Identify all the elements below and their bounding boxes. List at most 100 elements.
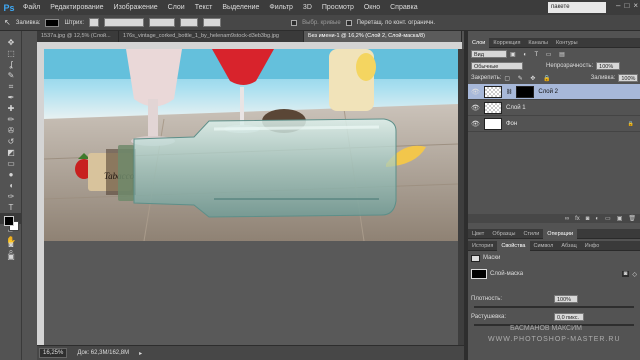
fx-icon[interactable]: fx xyxy=(575,216,580,222)
tab-properties[interactable]: Свойства xyxy=(497,241,530,251)
align-edges-checkbox[interactable] xyxy=(345,19,352,26)
opacity-input[interactable]: 100% xyxy=(596,62,621,70)
canvas-area[interactable]: Tabacco xyxy=(44,49,458,345)
lock-row: Закрепить: ▢ ✎ ✥ 🔒 Заливка: 100% xyxy=(468,72,640,84)
trash-icon[interactable]: 🗑 xyxy=(628,215,636,222)
menu-item-1[interactable]: Редактирование xyxy=(45,4,108,11)
document-canvas[interactable]: Tabacco xyxy=(44,49,458,241)
adjustment-layer-icon[interactable]: ◐ xyxy=(595,216,599,222)
zoom-level[interactable]: 16,25% xyxy=(39,348,68,358)
tab-paths[interactable]: Контуры xyxy=(552,38,582,48)
doc-tab-1[interactable]: 1537a.jpg @ 12,5% (Слой... xyxy=(37,31,119,42)
layer-mask-thumbnail[interactable] xyxy=(516,85,535,98)
fill-input[interactable]: 100% xyxy=(618,74,639,82)
tab-actions[interactable]: Операции xyxy=(543,229,578,239)
vector-mask-icon[interactable]: ◇ xyxy=(632,271,637,278)
stroke-swatch[interactable] xyxy=(89,18,100,27)
close-icon[interactable]: × xyxy=(633,1,638,10)
fill-swatch[interactable] xyxy=(45,18,60,27)
eraser-icon[interactable]: ◩ xyxy=(0,147,22,158)
visibility-eye-icon[interactable]: 👁 xyxy=(471,120,480,128)
pixel-mask-icon[interactable]: ◙ xyxy=(621,271,630,277)
menu-item-10[interactable]: Справка xyxy=(385,4,422,11)
minimize-icon[interactable]: – xyxy=(616,1,620,10)
quick-mask-icon[interactable]: ◙ xyxy=(0,239,22,250)
group-icon[interactable]: ▭ xyxy=(605,215,611,222)
gradient-icon[interactable]: ▭ xyxy=(0,158,22,169)
tab-swatches[interactable]: Образцы xyxy=(488,229,519,239)
mask-link-icon[interactable]: ⛓ xyxy=(506,89,512,95)
menu-item-8[interactable]: Просмотр xyxy=(317,4,359,11)
workspace-select[interactable]: пакeтe xyxy=(548,2,606,13)
menu-item-4[interactable]: Текст xyxy=(190,4,218,11)
status-menu-icon[interactable]: ▸ xyxy=(139,350,142,357)
menu-item-9[interactable]: Окно xyxy=(359,4,385,11)
pen-icon[interactable]: ✑ xyxy=(0,191,22,202)
stroke-type-select[interactable] xyxy=(104,18,145,27)
stroke-width-field[interactable] xyxy=(149,18,176,27)
density-input[interactable]: 100% xyxy=(554,295,578,303)
layers-panel-tabs: Слои Коррекция Каналы Контуры xyxy=(468,38,640,48)
visibility-eye-icon[interactable]: 👁 xyxy=(471,104,480,112)
density-row: Плотность: 100% xyxy=(468,293,640,305)
width-field[interactable] xyxy=(180,18,199,27)
tab-character[interactable]: Символ xyxy=(530,241,558,251)
menu-bar: Ps Файл Редактирование Изображение Слои Текс… xyxy=(0,0,640,15)
layer-filter-select[interactable]: Вид xyxy=(471,50,507,58)
layer-list-empty-space xyxy=(468,132,640,214)
lock-label: Закрепить: xyxy=(471,75,502,81)
color-panel: Цвет Образцы Стили Операции xyxy=(468,229,640,241)
blend-mode-select[interactable]: Обычные xyxy=(471,62,523,70)
marquee-icon[interactable]: ⬚ xyxy=(0,48,22,59)
blur-icon[interactable]: ● xyxy=(0,169,22,180)
move-icon[interactable]: ✥ xyxy=(0,37,22,48)
tab-info[interactable]: Инфо xyxy=(581,241,604,251)
history-brush-icon[interactable]: ↺ xyxy=(0,136,22,147)
eyedropper-icon[interactable]: ✒ xyxy=(0,92,22,103)
tab-history[interactable]: История xyxy=(468,241,497,251)
tab-color[interactable]: Цвет xyxy=(468,229,488,239)
type-icon[interactable]: T xyxy=(0,202,22,213)
horizontal-ruler xyxy=(37,42,462,49)
add-mask-icon[interactable]: ◙ xyxy=(586,216,590,222)
doc-tab-2[interactable]: 176s_vintage_corked_bottle_1_by_helenam9… xyxy=(119,31,304,42)
screen-mode-icon[interactable]: ▣ xyxy=(0,251,22,262)
layer-row[interactable]: 👁 Фон 🔒 xyxy=(468,116,640,132)
maximize-icon[interactable]: □ xyxy=(624,1,629,10)
tab-channels[interactable]: Каналы xyxy=(524,38,552,48)
layer-row[interactable]: 👁 Слой 1 xyxy=(468,100,640,116)
menu-item-5[interactable]: Выделение xyxy=(217,4,264,11)
auto-curve-checkbox[interactable] xyxy=(291,19,298,26)
menu-item-3[interactable]: Слои xyxy=(163,4,190,11)
layer-row[interactable]: 👁 ⛓ Слой 2 xyxy=(468,84,640,100)
menu-item-6[interactable]: Фильтр xyxy=(264,4,298,11)
tab-styles[interactable]: Стили xyxy=(519,229,543,239)
foreground-color-swatch[interactable] xyxy=(4,216,14,226)
tab-adjustments[interactable]: Коррекция xyxy=(489,38,524,48)
feather-input[interactable]: 0,0 пикс. xyxy=(554,313,584,321)
menu-item-0[interactable]: Файл xyxy=(18,4,45,11)
filter-icons[interactable]: ▣ ◐ T ▭ ▤ xyxy=(510,51,568,58)
height-field[interactable] xyxy=(203,18,222,27)
layer-thumbnail xyxy=(484,101,502,114)
lasso-icon[interactable]: ʆ xyxy=(0,59,22,70)
crop-icon[interactable]: ⌗ xyxy=(0,81,22,92)
menu-item-2[interactable]: Изображение xyxy=(109,4,163,11)
menu-item-7[interactable]: 3D xyxy=(298,4,317,11)
healing-icon[interactable]: ✚ xyxy=(0,103,22,114)
photoshop-logo: Ps xyxy=(3,2,15,13)
quick-select-icon[interactable]: ✎ xyxy=(0,70,22,81)
visibility-eye-icon[interactable]: 👁 xyxy=(471,88,480,96)
fill-label: Заливка: xyxy=(590,75,616,81)
lock-icons[interactable]: ▢ ✎ ✥ 🔒 xyxy=(504,75,553,82)
dodge-icon[interactable]: ◖ xyxy=(0,180,22,191)
brush-icon[interactable]: ✏ xyxy=(0,114,22,125)
density-slider[interactable] xyxy=(474,306,634,308)
new-layer-icon[interactable]: ▣ xyxy=(617,215,623,222)
stamp-icon[interactable]: ✇ xyxy=(0,125,22,136)
tab-paragraph[interactable]: Абзац xyxy=(557,241,580,251)
tool-preset-icon[interactable]: ↖ xyxy=(4,18,11,27)
tab-layers[interactable]: Слои xyxy=(468,38,490,48)
link-layers-icon[interactable]: ∞ xyxy=(565,216,569,222)
doc-tab-3[interactable]: Без имени-1 @ 16,2% (Слой 2, Слой-маска/… xyxy=(304,31,462,42)
